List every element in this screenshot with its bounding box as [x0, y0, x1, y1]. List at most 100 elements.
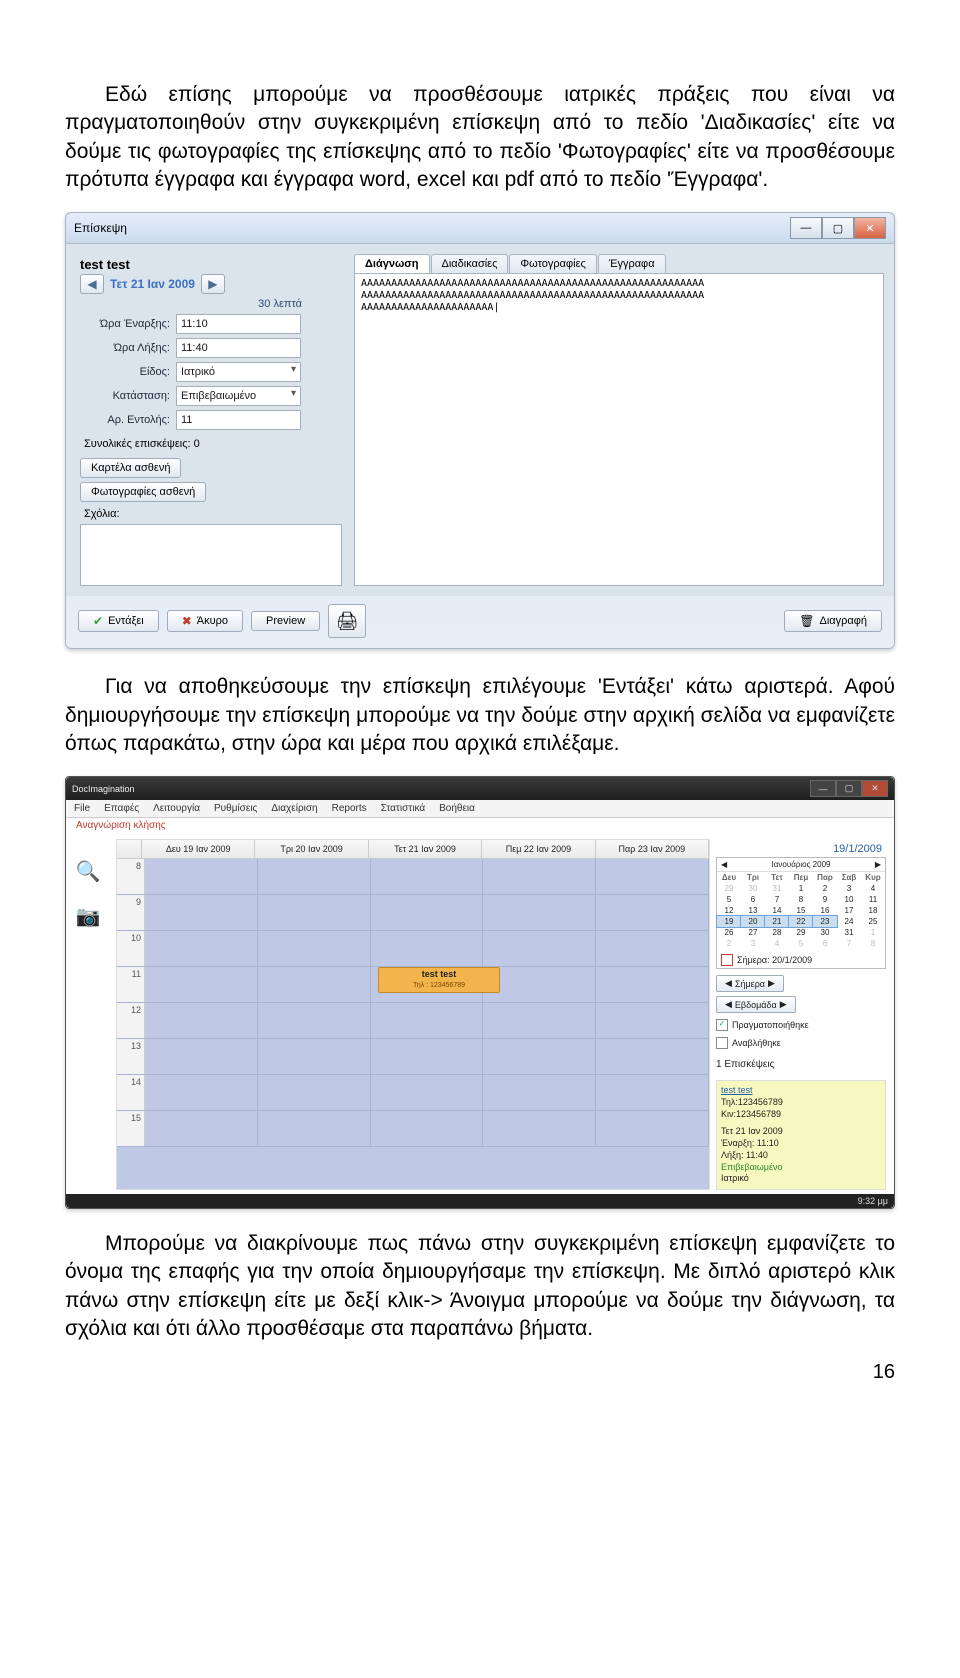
mini-cal-day[interactable]: 31: [765, 883, 789, 894]
mini-cal-day[interactable]: 21: [765, 916, 789, 927]
schedule-cell[interactable]: [258, 1039, 371, 1074]
delete-button[interactable]: 🗑 Διαγραφή: [784, 610, 882, 632]
mini-cal-day[interactable]: 5: [789, 938, 813, 949]
schedule-cell[interactable]: [145, 895, 258, 930]
mini-cal-day[interactable]: 30: [741, 883, 765, 894]
mini-cal-day[interactable]: 20: [741, 916, 765, 927]
schedule-cell[interactable]: [483, 1039, 596, 1074]
mini-cal-day[interactable]: 4: [765, 938, 789, 949]
mini-cal-day[interactable]: 13: [741, 905, 765, 916]
mini-cal-day[interactable]: 29: [717, 883, 741, 894]
mini-cal-day[interactable]: 15: [789, 905, 813, 916]
schedule-cell[interactable]: [483, 1111, 596, 1146]
schedule-cell[interactable]: [145, 1039, 258, 1074]
appointment-info-card[interactable]: test test Τηλ:123456789 Κιν:123456789 Τε…: [716, 1080, 886, 1190]
day-header[interactable]: Τετ 21 Ιαν 2009: [369, 840, 482, 858]
schedule-cell[interactable]: [483, 1003, 596, 1038]
schedule-cell[interactable]: [371, 931, 484, 966]
menu-help[interactable]: Βοήθεια: [439, 803, 475, 814]
mini-cal-day[interactable]: 23: [813, 916, 837, 927]
mini-cal-day[interactable]: 7: [765, 894, 789, 905]
next-date-button[interactable]: ▶: [201, 274, 225, 294]
mini-cal-day[interactable]: 12: [717, 905, 741, 916]
mini-cal-day[interactable]: 6: [741, 894, 765, 905]
mini-cal-day[interactable]: 2: [813, 883, 837, 894]
day-header[interactable]: Τρι 20 Ιαν 2009: [255, 840, 368, 858]
schedule-cell[interactable]: [145, 1075, 258, 1110]
orderno-field[interactable]: 11: [176, 410, 301, 430]
mini-cal-day[interactable]: 4: [861, 883, 885, 894]
close-icon[interactable]: ✕: [862, 780, 888, 797]
tab-diagnosis[interactable]: Διάγνωση: [354, 254, 430, 273]
schedule-cell[interactable]: [258, 895, 371, 930]
mini-cal-day[interactable]: 22: [789, 916, 813, 927]
appointment-info-name[interactable]: test test: [721, 1085, 881, 1097]
ok-button[interactable]: ✔ Εντάξει: [78, 610, 159, 632]
schedule-cell[interactable]: [145, 967, 258, 1002]
date-picker-value[interactable]: 19/1/2009: [716, 843, 882, 855]
schedule-cell[interactable]: [371, 895, 484, 930]
day-header[interactable]: Παρ 23 Ιαν 2009: [596, 840, 709, 858]
patient-card-button[interactable]: Καρτέλα ασθενή: [80, 458, 181, 478]
postponed-checkbox[interactable]: [716, 1037, 728, 1049]
today-label[interactable]: Σήμερα: 20/1/2009: [737, 955, 812, 965]
chevron-right-icon[interactable]: ▶: [875, 860, 881, 869]
patient-photos-button[interactable]: Φωτογραφίες ασθενή: [80, 482, 206, 502]
menu-operation[interactable]: Λειτουργία: [153, 803, 200, 814]
schedule-cell[interactable]: [258, 1111, 371, 1146]
preview-button[interactable]: Preview: [251, 611, 320, 631]
mini-cal-day[interactable]: 17: [837, 905, 861, 916]
close-icon[interactable]: ✕: [854, 217, 886, 239]
schedule-cell[interactable]: [258, 1075, 371, 1110]
schedule-cell[interactable]: [483, 1075, 596, 1110]
mini-cal-day[interactable]: 25: [861, 916, 885, 927]
menu-stats[interactable]: Στατιστικά: [381, 803, 425, 814]
schedule-cell[interactable]: [483, 859, 596, 894]
kind-select[interactable]: Ιατρικό: [176, 362, 301, 382]
schedule-cell[interactable]: [258, 931, 371, 966]
mini-cal-day[interactable]: 16: [813, 905, 837, 916]
week-schedule[interactable]: Δευ 19 Ιαν 2009 Τρι 20 Ιαν 2009 Τετ 21 Ι…: [116, 839, 710, 1190]
status-select[interactable]: Επιβεβαιωμένο: [176, 386, 301, 406]
menu-settings[interactable]: Ρυθμίσεις: [214, 803, 257, 814]
mini-cal-day[interactable]: 6: [813, 938, 837, 949]
mini-cal-day[interactable]: 5: [717, 894, 741, 905]
schedule-cell[interactable]: [145, 1003, 258, 1038]
mini-cal-day[interactable]: 7: [837, 938, 861, 949]
end-time-field[interactable]: 11:40: [176, 338, 301, 358]
schedule-cell[interactable]: [371, 1003, 484, 1038]
schedule-cell[interactable]: [258, 859, 371, 894]
today-button[interactable]: ◀ Σήμερα ▶: [716, 975, 784, 992]
diagnosis-textarea[interactable]: ΑΑΑΑΑΑΑΑΑΑΑΑΑΑΑΑΑΑΑΑΑΑΑΑΑΑΑΑΑΑΑΑΑΑΑΑΑΑΑΑ…: [354, 273, 884, 586]
mini-cal-day[interactable]: 14: [765, 905, 789, 916]
schedule-cell[interactable]: [596, 1003, 709, 1038]
prev-date-button[interactable]: ◀: [80, 274, 104, 294]
schedule-cell[interactable]: [596, 859, 709, 894]
appointment-block[interactable]: test test Τηλ : 123456789: [378, 967, 500, 993]
tab-documents[interactable]: Έγγραφα: [598, 254, 666, 273]
menu-reports[interactable]: Reports: [332, 803, 367, 814]
schedule-cell[interactable]: [145, 1111, 258, 1146]
search-icon[interactable]: 🔍: [70, 859, 106, 884]
start-time-field[interactable]: 11:10: [176, 314, 301, 334]
schedule-cell[interactable]: [483, 967, 596, 1002]
schedule-cell[interactable]: [371, 1039, 484, 1074]
mini-cal-day[interactable]: 8: [861, 938, 885, 949]
comments-textarea[interactable]: [80, 524, 342, 586]
schedule-cell[interactable]: [258, 1003, 371, 1038]
mini-cal-day[interactable]: 1: [861, 927, 885, 938]
mini-cal-day[interactable]: 26: [717, 927, 741, 938]
maximize-icon[interactable]: ▢: [836, 780, 862, 797]
schedule-cell[interactable]: [483, 931, 596, 966]
menu-file[interactable]: File: [74, 803, 90, 814]
mini-cal-day[interactable]: 30: [813, 927, 837, 938]
tab-photos[interactable]: Φωτογραφίες: [509, 254, 596, 273]
schedule-cell[interactable]: [145, 859, 258, 894]
mini-cal-day[interactable]: 31: [837, 927, 861, 938]
menu-contacts[interactable]: Επαφές: [104, 803, 139, 814]
mini-cal-day[interactable]: 1: [789, 883, 813, 894]
schedule-cell[interactable]: [596, 1111, 709, 1146]
done-checkbox[interactable]: [716, 1019, 728, 1031]
mini-cal-day[interactable]: 11: [861, 894, 885, 905]
schedule-cell[interactable]: [371, 859, 484, 894]
